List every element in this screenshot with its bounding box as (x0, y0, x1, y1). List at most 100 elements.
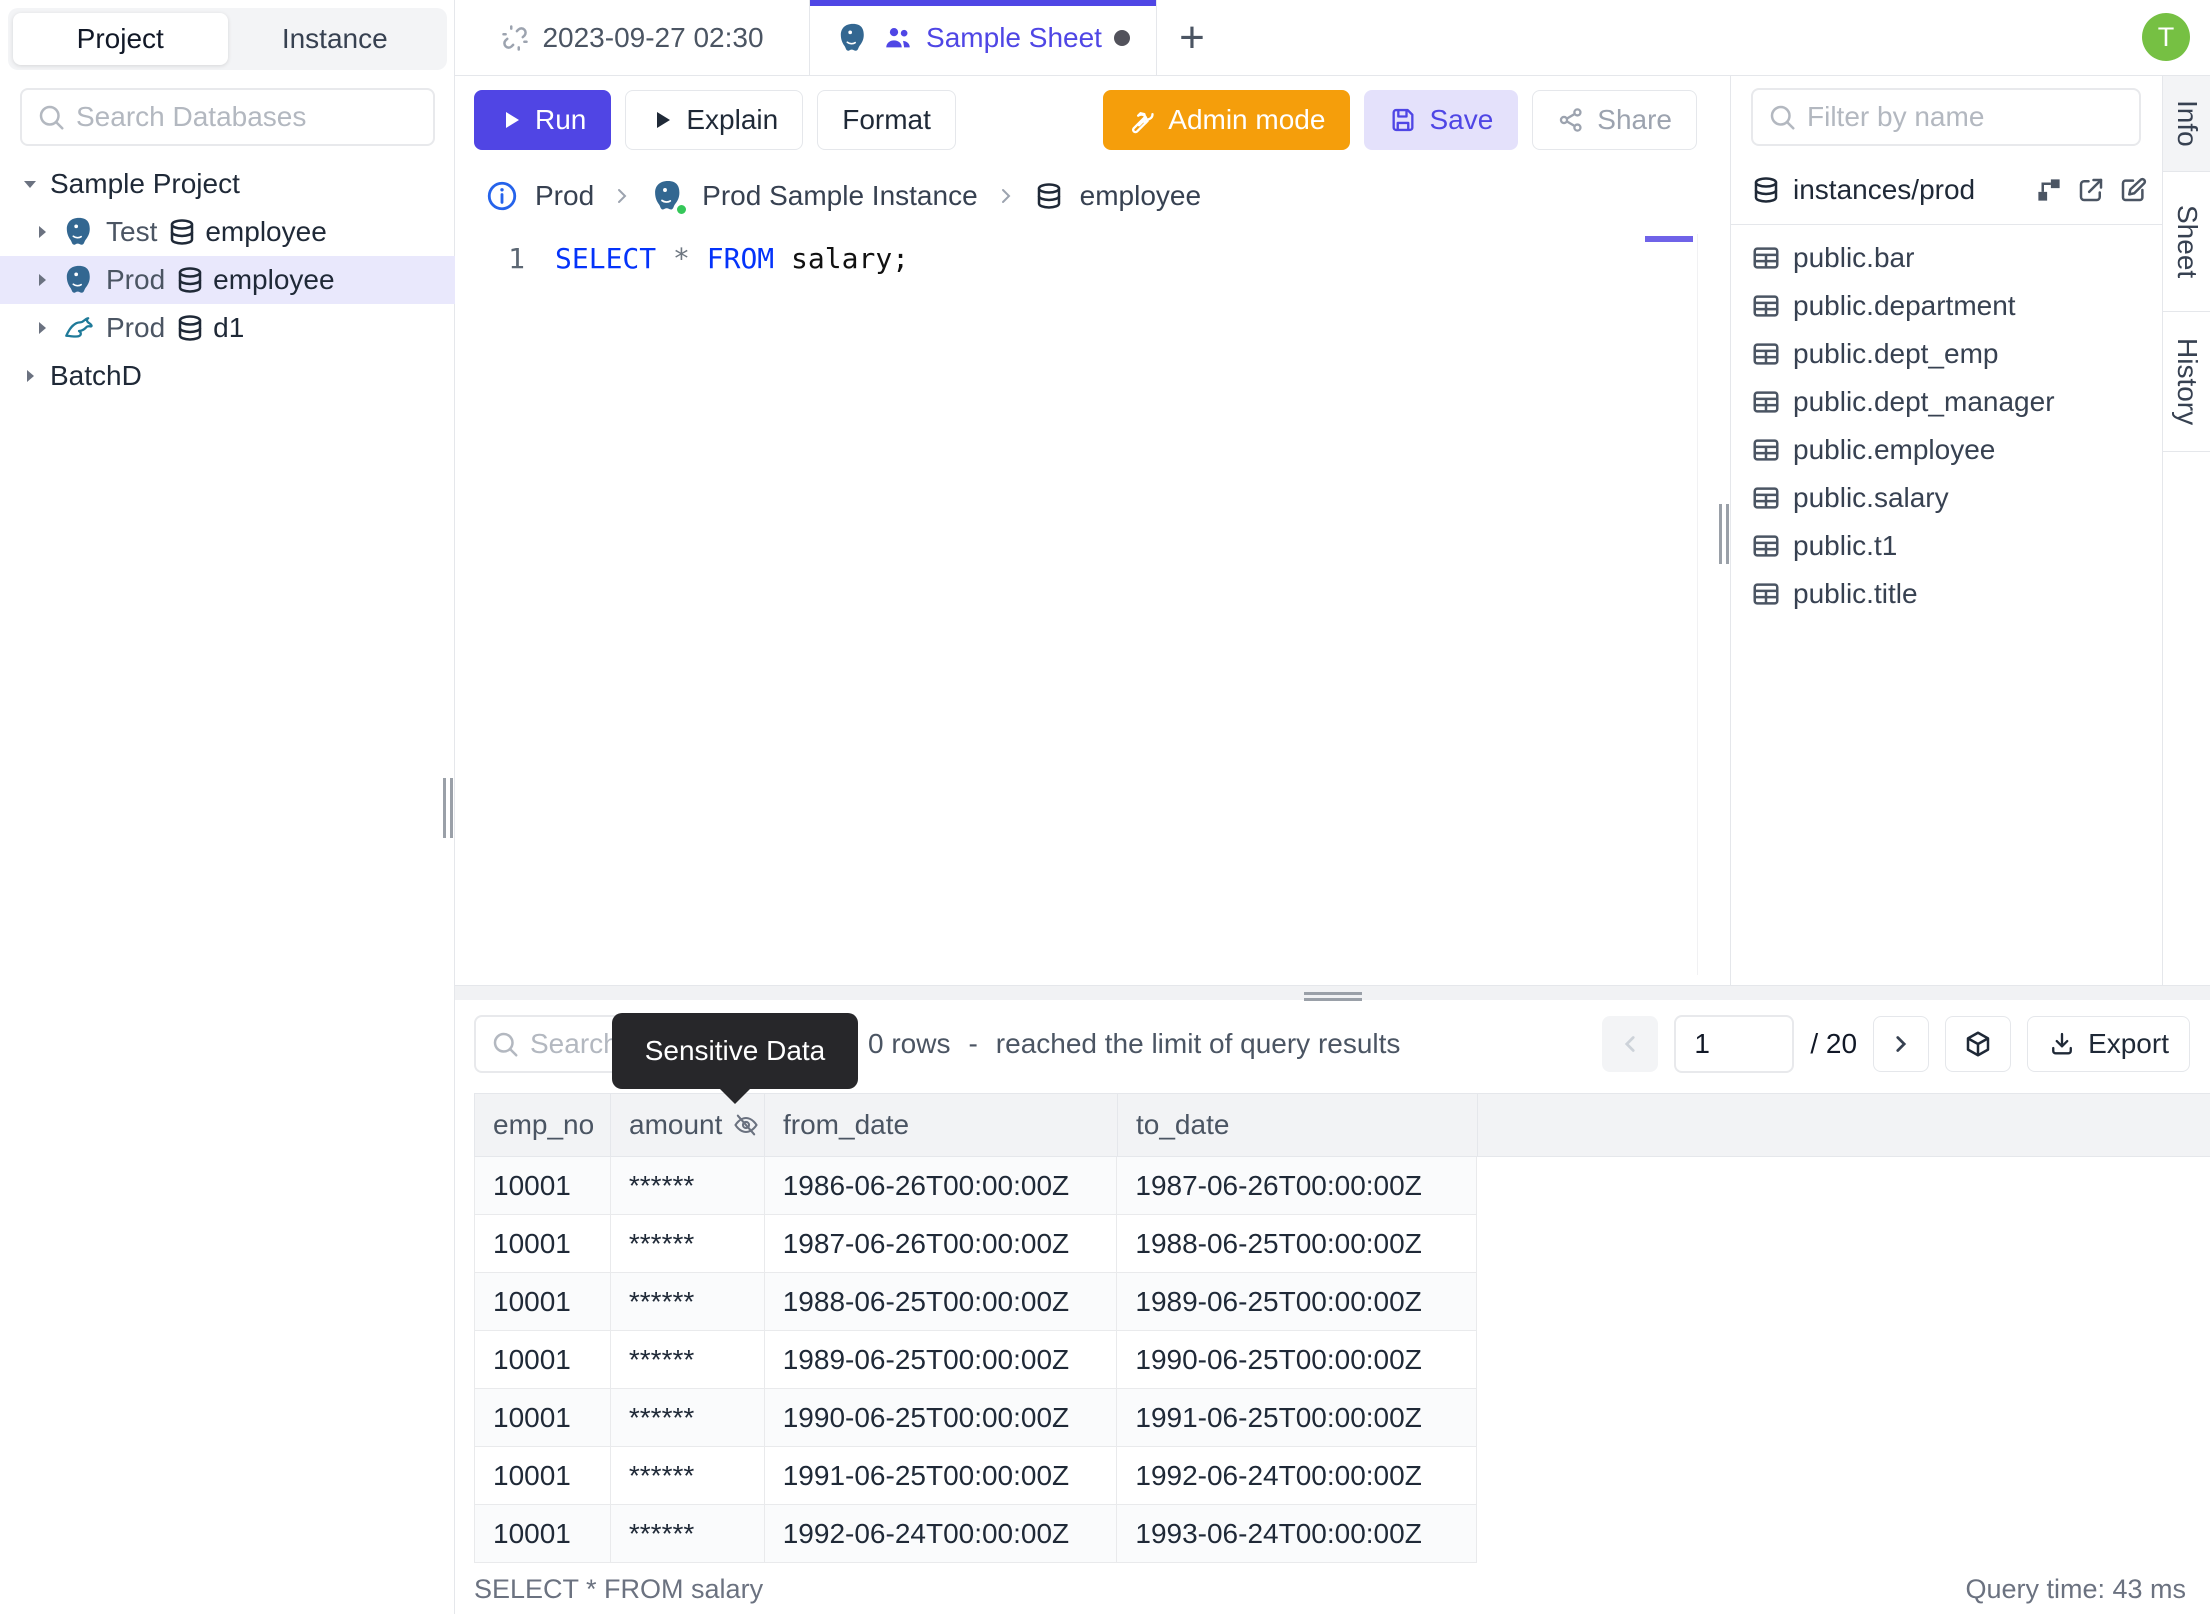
sidebar-resize-handle[interactable] (441, 778, 455, 838)
database-label: d1 (213, 312, 245, 343)
tab-info[interactable]: Info (2163, 76, 2210, 172)
table-name: public.t1 (1793, 530, 1898, 561)
table-row[interactable]: 10001 ****** 1986-06-26T00:00:00Z 1987-06-2… (474, 1157, 1477, 1215)
tree-item-sample-project[interactable]: Sample Project (0, 160, 455, 208)
breadcrumb-environment[interactable]: Prod (535, 180, 594, 212)
explain-label: Explain (686, 104, 779, 135)
table-icon (1751, 483, 1781, 513)
table-name: public.employee (1793, 434, 1996, 465)
table-list-item[interactable]: public.employee (1731, 426, 2162, 474)
column-header-filler (1478, 1094, 2210, 1156)
save-button[interactable]: Save (1364, 90, 1519, 150)
rows-count: 0 rows (868, 1028, 951, 1059)
table-row[interactable]: 10001 ****** 1989-06-25T00:00:00Z 1990-06-2… (474, 1331, 1477, 1389)
avatar[interactable]: T (2142, 13, 2190, 61)
breadcrumb-instance[interactable]: Prod Sample Instance (702, 180, 978, 212)
query-time-label: Query time: 43 ms (1965, 1573, 2186, 1604)
table-list-item[interactable]: public.t1 (1731, 522, 2162, 570)
export-button[interactable]: Export (2027, 1016, 2190, 1072)
share-button[interactable]: Share (1532, 90, 1697, 150)
run-button[interactable]: Run (474, 90, 612, 150)
results-status-bar: SELECT * FROM salary Query time: 43 ms (474, 1564, 2186, 1614)
admin-mode-button[interactable]: Admin mode (1103, 90, 1351, 150)
drag-handle-icon[interactable] (1303, 989, 1362, 1004)
next-page-button[interactable] (1873, 1016, 1930, 1072)
database-icon (1754, 177, 1778, 203)
new-tab-button[interactable]: + (1157, 0, 1227, 75)
wrench-icon (1132, 112, 1154, 134)
column-header[interactable]: to_date (1118, 1094, 1478, 1156)
side-tab-strip: Info Sheet History (2162, 76, 2210, 985)
edit-icon[interactable] (2118, 175, 2148, 205)
tab-history[interactable]: History (2163, 312, 2210, 452)
table-name: public.dept_manager (1793, 386, 2055, 417)
sheet-tab-adhoc[interactable]: 2023-09-27 02:30 (455, 0, 810, 75)
format-button[interactable]: Format (817, 90, 956, 150)
eye-off-icon (734, 1114, 759, 1136)
chevron-right-icon (39, 226, 46, 238)
external-link-icon[interactable] (2076, 175, 2106, 205)
save-icon (1392, 108, 1414, 132)
database-label: employee (205, 216, 327, 247)
prev-page-button[interactable] (1602, 1016, 1659, 1072)
executed-query-label: SELECT * FROM salary (474, 1573, 764, 1604)
info-icon[interactable] (485, 179, 519, 213)
chevron-right-icon (27, 370, 34, 382)
data-box-button[interactable] (1945, 1016, 2012, 1072)
search-icon (1770, 105, 1795, 130)
table-list-item[interactable]: public.bar (1731, 234, 2162, 282)
tab-sheet[interactable]: Sheet (2163, 172, 2210, 312)
search-databases-input[interactable] (76, 101, 419, 133)
share-label: Share (1597, 104, 1672, 135)
filter-by-name-input[interactable] (1807, 101, 2125, 133)
database-search-box (20, 88, 435, 146)
sidebar-tab-switcher: Project Instance (8, 8, 447, 70)
database-icon (1037, 183, 1060, 209)
tree-label: BatchD (50, 360, 142, 391)
table-icon (1751, 387, 1781, 417)
breadcrumb: Prod Prod Sample Instance employee (485, 172, 1201, 220)
column-header[interactable]: emp_no (475, 1094, 611, 1156)
table-list-item[interactable]: public.title (1731, 570, 2162, 618)
filter-box (1751, 88, 2141, 146)
table-list-item[interactable]: public.salary (1731, 474, 2162, 522)
panel-resize-handle[interactable] (1717, 504, 1731, 564)
explain-button[interactable]: Explain (625, 90, 804, 150)
table-row[interactable]: 10001 ****** 1992-06-24T00:00:00Z 1993-06-2… (474, 1505, 1477, 1563)
table-name: public.title (1793, 578, 1918, 609)
sheet-tab-label: Sample Sheet (926, 21, 1102, 53)
tab-project[interactable]: Project (13, 13, 228, 65)
table-row[interactable]: 10001 ****** 1991-06-25T00:00:00Z 1992-06-2… (474, 1447, 1477, 1505)
table-row[interactable]: 10001 ****** 1987-06-26T00:00:00Z 1988-06-2… (474, 1215, 1477, 1273)
sql-editor-line[interactable]: 1 SELECT * FROM salary; (455, 238, 909, 280)
tree-item-test-employee[interactable]: Test employee (0, 208, 455, 256)
project-tree: Sample Project Test employee Prod employ… (0, 160, 455, 400)
mysql-icon (65, 317, 93, 338)
sheet-tab-sample-sheet[interactable]: Sample Sheet (810, 0, 1157, 75)
table-row[interactable]: 10001 ****** 1990-06-25T00:00:00Z 1991-06-2… (474, 1389, 1477, 1447)
chevron-right-icon (39, 274, 46, 286)
table-row[interactable]: 10001 ****** 1988-06-25T00:00:00Z 1989-06-2… (474, 1273, 1477, 1331)
search-icon (493, 1032, 518, 1057)
rows-info: 0 rows - reached the limit of query resu… (868, 1028, 1400, 1060)
table-icon (1751, 579, 1781, 609)
tree-item-batchd[interactable]: BatchD (0, 352, 455, 400)
table-icon (1751, 243, 1781, 273)
results-table: emp_no amount from_date to_date 10001 ***… (474, 1093, 2210, 1563)
table-list-item[interactable]: public.dept_emp (1731, 330, 2162, 378)
results-resize-bar[interactable] (455, 986, 2210, 1001)
line-number: 1 (508, 242, 525, 275)
tree-item-prod-d1[interactable]: Prod d1 (0, 304, 455, 352)
column-header[interactable]: from_date (765, 1094, 1118, 1156)
table-list-item[interactable]: public.department (1731, 282, 2162, 330)
table-list-item[interactable]: public.dept_manager (1731, 378, 2162, 426)
schema-diagram-icon[interactable] (2034, 175, 2064, 205)
table-name: public.department (1793, 290, 2016, 321)
table-list: public.bar public.department public.dept… (1731, 234, 2162, 618)
breadcrumb-database[interactable]: employee (1080, 180, 1201, 212)
page-number-input[interactable] (1674, 1015, 1795, 1073)
tree-item-prod-employee[interactable]: Prod employee (0, 256, 455, 304)
sensitive-data-tooltip: Sensitive Data (612, 1013, 858, 1089)
tab-instance[interactable]: Instance (228, 13, 443, 65)
play-icon (506, 112, 519, 128)
